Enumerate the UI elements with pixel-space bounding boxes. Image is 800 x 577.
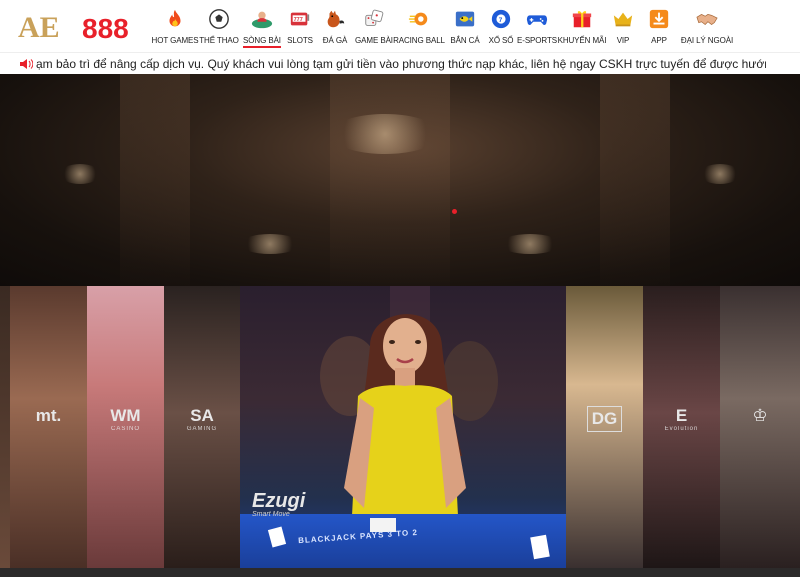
provider-logo: ♔ (752, 406, 768, 425)
nav-label: HOT GAMES (151, 36, 199, 45)
nav-item-the-thao[interactable]: THỂ THAO (199, 0, 239, 52)
lottery-ball-icon: 7 (489, 7, 513, 31)
logo-graphic: AE 888 (18, 11, 129, 43)
handshake-icon (695, 7, 719, 31)
hero-lamp (240, 234, 300, 254)
nav-label: SLOTS (287, 36, 313, 45)
provider-card-royal[interactable]: ♔ (720, 286, 800, 568)
hero-lamp (500, 234, 560, 254)
nav-item-vip[interactable]: VIP (607, 0, 639, 52)
top-navigation-bar: AE 888 HOT GAMES THỂ THAO SÒNG BÀI 777 S… (0, 0, 800, 52)
gamepad-icon (525, 7, 549, 31)
soccer-ball-icon (207, 7, 231, 31)
nav-item-ban-ca[interactable]: BẮN CÁ (445, 0, 485, 52)
nav-label: BẮN CÁ (450, 36, 480, 45)
nav-item-xo-so[interactable]: 7 XỔ SỐ (485, 0, 517, 52)
logo-prefix: AE (18, 11, 60, 43)
provider-logo: SA GAMING (186, 406, 218, 432)
speaker-icon (20, 58, 33, 69)
nav-label: RACING BALL (393, 36, 445, 45)
footer-bar (0, 568, 800, 577)
hero-lamp (700, 164, 740, 184)
provider-card-mt[interactable]: mt. (10, 286, 87, 568)
casino-dealer-icon (250, 7, 274, 31)
casino-provider-strip: mt. WM CASINO SA GAMING BLACKJACK PAYS 3… (0, 286, 800, 568)
ezugi-brand: Ezugi (252, 490, 306, 512)
svg-text:777: 777 (294, 17, 303, 23)
nav-label: GAME BÀI (355, 36, 393, 45)
hero-light-beam (600, 74, 670, 286)
svg-text:7: 7 (499, 17, 503, 24)
main-nav: HOT GAMES THỂ THAO SÒNG BÀI 777 SLOTS ĐÁ… (151, 0, 735, 52)
hero-lamp (330, 114, 440, 154)
nav-item-e-sports[interactable]: E-SPORTS (517, 0, 557, 52)
featured-provider-ezugi[interactable]: BLACKJACK PAYS 3 TO 2 Ezugi Smart Move (240, 286, 566, 568)
nav-label: KHUYẾN MÃI (557, 36, 607, 45)
nav-label: THỂ THAO (199, 36, 239, 45)
ae888-logo[interactable]: AE 888 (18, 9, 142, 43)
nav-item-dai-ly-ngoai[interactable]: ĐẠI LÝ NGOÀI (679, 0, 735, 52)
download-icon (647, 7, 671, 31)
nav-item-racing-ball[interactable]: RACING BALL (393, 0, 445, 52)
announcement-ticker: ạm bảo trì để nâng cấp dịch vụ. Quý khác… (0, 52, 800, 74)
fish-icon (453, 7, 477, 31)
hero-light-beam (330, 74, 450, 286)
nav-label: ĐÁ GÀ (322, 36, 348, 45)
dice-icon (362, 7, 386, 31)
provider-panel-edge (0, 286, 10, 568)
provider-card-sa[interactable]: SA GAMING (164, 286, 240, 568)
provider-logo: WM CASINO (110, 406, 141, 432)
provider-logo: mt. (35, 406, 62, 425)
provider-card-wm[interactable]: WM CASINO (87, 286, 164, 568)
ticker-text: ạm bảo trì để nâng cấp dịch vụ. Quý khác… (36, 56, 766, 71)
ezugi-logo: Ezugi Smart Move (252, 490, 305, 518)
nav-label: SÒNG BÀI (243, 36, 281, 48)
hero-banner[interactable] (0, 74, 800, 286)
nav-item-slots[interactable]: 777 SLOTS (285, 0, 315, 52)
logo-number: 888 (82, 13, 129, 43)
provider-logo: E Evolution (664, 406, 699, 432)
nav-label: E-SPORTS (517, 36, 557, 45)
nav-label: APP (651, 36, 667, 45)
nav-item-app[interactable]: APP (639, 0, 679, 52)
provider-logo: DG (566, 406, 643, 432)
nav-label: VIP (616, 36, 630, 45)
nav-label: XỔ SỐ (488, 36, 514, 45)
provider-card-dg[interactable]: DG (566, 286, 643, 568)
crown-icon (611, 7, 635, 31)
nav-label: ĐẠI LÝ NGOÀI (680, 36, 734, 45)
nav-item-hot-games[interactable]: HOT GAMES (151, 0, 199, 52)
nav-item-da-ga[interactable]: ĐÁ GÀ (315, 0, 355, 52)
nav-item-game-bai[interactable]: GAME BÀI (355, 0, 393, 52)
slot-machine-icon: 777 (288, 7, 312, 31)
rooster-icon (323, 7, 347, 31)
hero-lamp (60, 164, 100, 184)
nav-item-khuyen-mai[interactable]: KHUYẾN MÃI (557, 0, 607, 52)
racing-ball-icon (407, 7, 431, 31)
provider-card-evolution[interactable]: E Evolution (643, 286, 720, 568)
nav-item-song-bai[interactable]: SÒNG BÀI (239, 0, 285, 52)
gift-icon (570, 7, 594, 31)
carousel-indicator[interactable] (452, 209, 457, 214)
hero-light-beam (120, 74, 190, 286)
flame-icon (163, 7, 187, 31)
